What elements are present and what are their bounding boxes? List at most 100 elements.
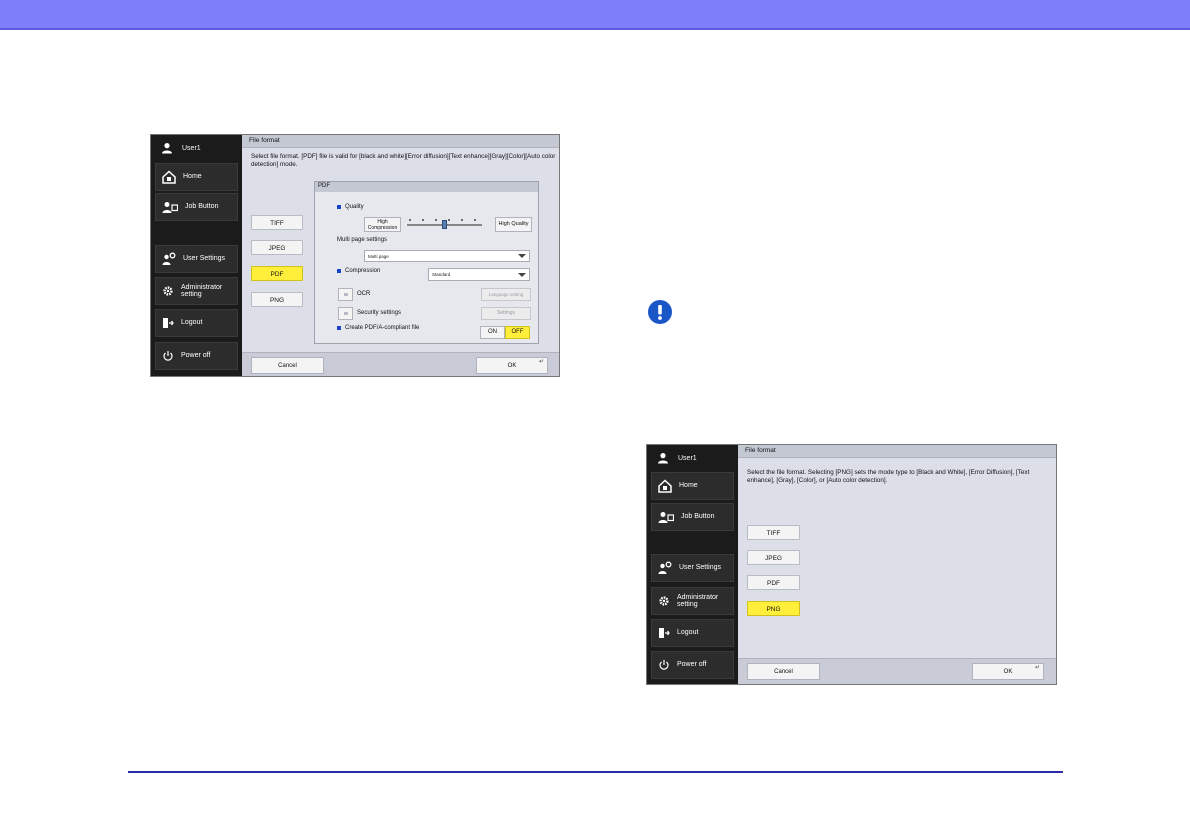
security-settings-button[interactable]: Settings [481,307,531,320]
job-button-icon [658,511,674,523]
panel-title: File format [242,135,559,148]
sidebar-item-label: User Settings [183,255,226,263]
language-setting-button[interactable]: Language setting [481,288,531,301]
format-button-tiff[interactable]: TIFF [251,215,303,230]
sidebar-user: User1 [657,452,697,464]
multipage-label: Multi page settings [337,237,388,243]
pdfa-option: Create PDF/A-compliant file [337,325,419,331]
pdf-settings-box: PDF Quality High Compression High Qualit… [314,181,539,344]
slider-tick [461,219,463,221]
power-icon [163,351,173,361]
format-button-jpeg[interactable]: JPEG [251,240,303,255]
sidebar-item-power-off[interactable]: Power off [651,651,734,679]
format-button-pdf[interactable]: PDF [251,266,303,281]
sidebar-item-power-off[interactable]: Power off [155,342,238,370]
power-icon [659,660,669,670]
sidebar-item-administrator-setting[interactable]: Administrator setting [651,587,734,615]
user-settings-icon [658,561,672,574]
page: User1 Home Job Button User Settings Admi… [0,0,1190,840]
user-settings-icon [162,252,176,265]
enter-icon: ↵ [538,359,544,365]
sidebar-item-logout[interactable]: Logout [651,619,734,647]
sidebar-item-label: Job Button [681,513,715,521]
ocr-label: OCR [357,291,371,297]
sidebar-item-home[interactable]: Home [155,163,238,191]
sidebar-user-label: User1 [182,144,201,152]
cancel-button[interactable]: Cancel [747,663,820,680]
high-compression-button[interactable]: High Compression [364,217,401,232]
sidebar: User1 Home Job Button User Settings Admi… [151,135,242,376]
cancel-button[interactable]: Cancel [251,357,324,374]
sidebar-item-label: Job Button [185,203,219,211]
ok-label: OK [1003,669,1013,675]
format-button-tiff[interactable]: TIFF [747,525,800,540]
header-band [0,0,1190,30]
compression-option: Compression [337,268,380,274]
bullet-icon [337,269,341,273]
panel-title: File format [738,445,1056,458]
file-format-png-screenshot: User1 Home Job Button User Settings Admi… [646,444,1057,685]
footer-rule [128,771,1063,773]
sidebar-item-label: Power off [677,661,707,669]
format-button-jpeg[interactable]: JPEG [747,550,800,565]
compression-label: Compression [345,268,381,274]
file-format-pdf-screenshot: User1 Home Job Button User Settings Admi… [150,134,560,377]
ocr-checkbox[interactable] [338,288,353,301]
home-icon [658,479,672,493]
home-icon [162,170,176,184]
gear-icon [163,286,173,296]
sidebar-item-logout[interactable]: Logout [155,309,238,337]
format-button-png[interactable]: PNG [747,601,800,616]
compression-dropdown[interactable]: Standard [428,268,530,281]
security-label: Security settings [357,310,402,316]
sidebar-item-label: Administrator setting [677,593,719,608]
quality-option: Quality [337,204,364,210]
sidebar-item-label: Power off [181,352,211,360]
slider-tick [422,219,424,221]
slider-tick [448,219,450,221]
panel-footer: Cancel OK ↵ [242,352,559,376]
bullet-icon [337,326,341,330]
user-icon [658,453,668,464]
sidebar-item-job-button[interactable]: Job Button [651,503,734,531]
sidebar-item-label: Administrator setting [181,283,223,298]
logout-icon [659,628,670,638]
sidebar-item-user-settings[interactable]: User Settings [651,554,734,582]
job-button-icon [162,201,178,213]
security-checkbox[interactable] [338,307,353,320]
pdfa-off-button[interactable]: OFF [505,326,530,339]
ok-button[interactable]: OK ↵ [476,357,548,374]
enter-icon: ↵ [1034,665,1040,671]
chevron-down-icon [518,254,526,258]
high-quality-button[interactable]: High Quality [495,217,532,232]
multipage-value: Multi page [368,253,389,259]
pdfa-on-button[interactable]: ON [480,326,505,339]
sidebar-item-home[interactable]: Home [651,472,734,500]
panel-footer: Cancel OK ↵ [738,658,1056,684]
sidebar-item-label: Logout [181,319,203,327]
sidebar-user-label: User1 [678,454,697,462]
format-button-png[interactable]: PNG [251,292,303,307]
sidebar-item-user-settings[interactable]: User Settings [155,245,238,273]
pdfa-label: Create PDF/A-compliant file [345,325,420,331]
multipage-dropdown[interactable]: Multi page [364,250,530,262]
chevron-down-icon [518,272,526,277]
compression-value: Standard [432,272,451,277]
user-icon [162,143,172,154]
gear-icon [659,596,669,606]
sidebar-user: User1 [161,142,201,154]
quality-slider-knob[interactable] [441,220,447,229]
sidebar-item-job-button[interactable]: Job Button [155,193,238,221]
format-button-pdf[interactable]: PDF [747,575,800,590]
bullet-icon [337,205,341,209]
quality-label: Quality [345,204,364,210]
ok-label: OK [507,363,517,369]
ok-button[interactable]: OK ↵ [972,663,1044,680]
sidebar-item-label: Logout [677,629,699,637]
panel-description: Select file format. [PDF] file is valid … [251,153,556,168]
warning-icon [648,300,672,324]
sidebar-item-administrator-setting[interactable]: Administrator setting [155,277,238,305]
file-format-panel: File format Select file format. [PDF] fi… [242,135,559,376]
logout-icon [163,318,174,328]
slider-tick [474,219,476,221]
